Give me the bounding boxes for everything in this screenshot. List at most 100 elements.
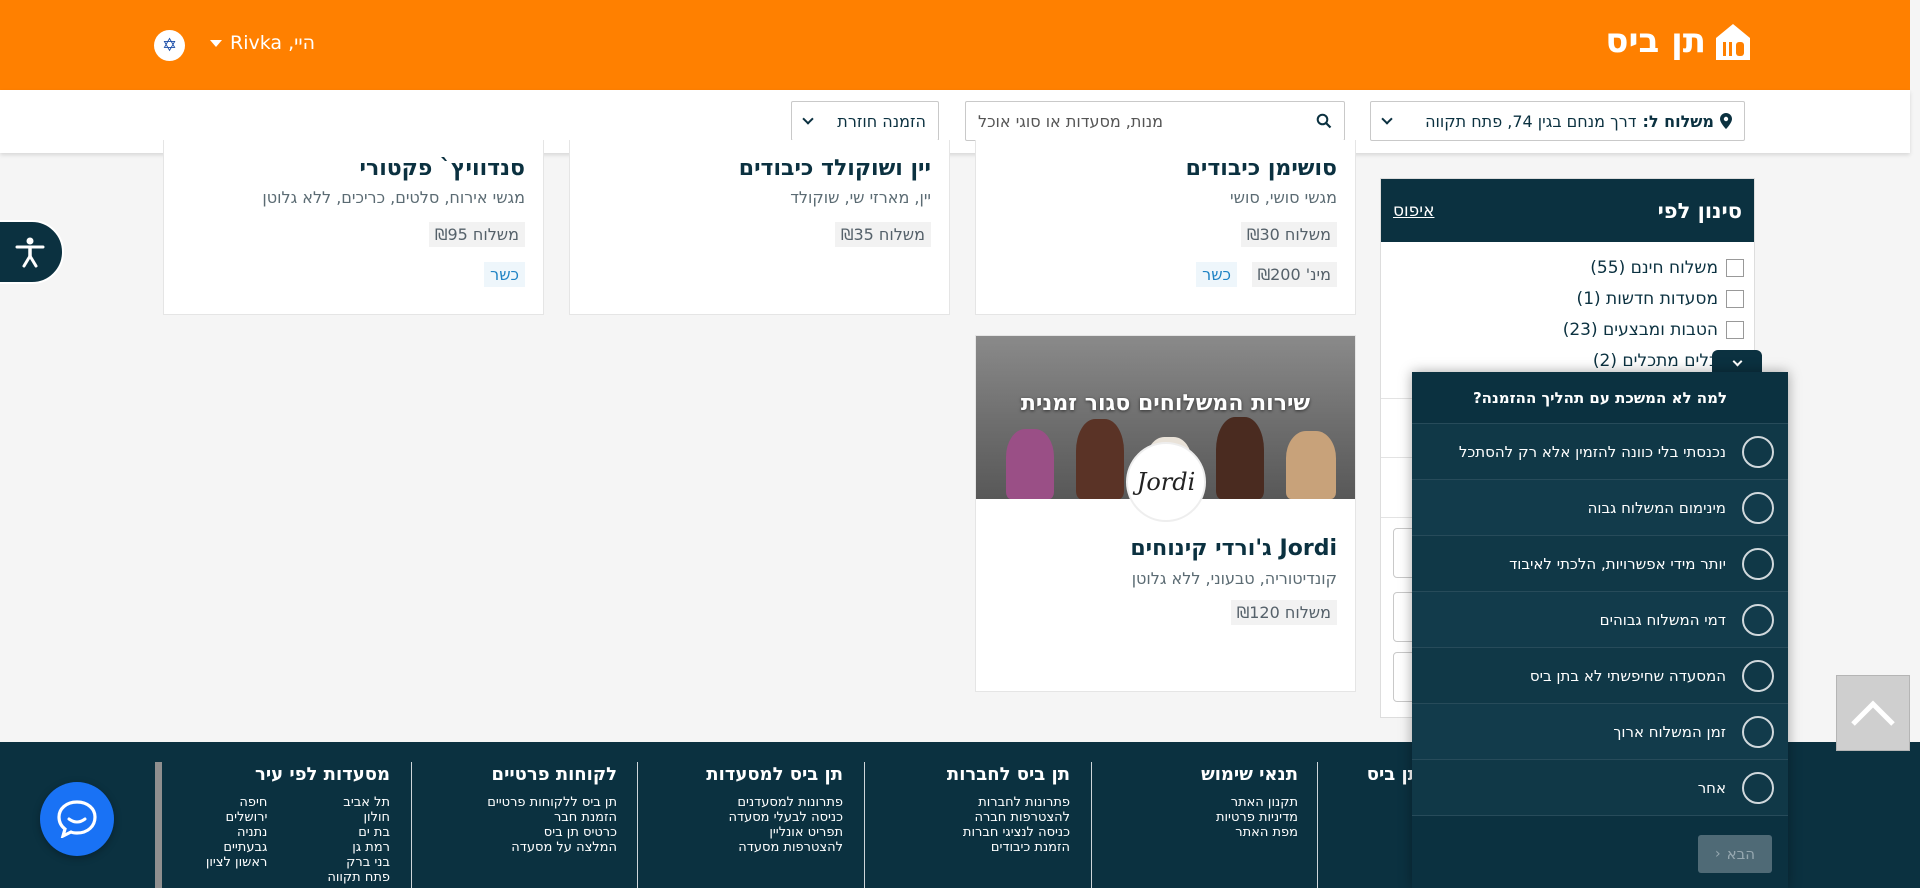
footer-link[interactable]: כרטיס תן ביס <box>487 825 617 840</box>
accessibility-icon <box>15 237 45 268</box>
search-icon <box>1316 113 1332 129</box>
city-link[interactable]: תל אביב <box>327 795 390 810</box>
footer-column-cities: מסעדות לפי עיר תל אביב חולון בת ים רמת ג… <box>206 764 390 885</box>
footer-link[interactable]: פתרונות לחברות <box>947 795 1070 810</box>
radio-button[interactable] <box>1742 435 1774 468</box>
radio-button[interactable] <box>1742 603 1774 636</box>
divider <box>411 762 412 888</box>
footer-link[interactable]: כניסה לבעלי מסעדה <box>706 810 843 825</box>
delivery-address-select[interactable]: משלוח ל: דרך מנחם בגין 74, פתח תקווה <box>1370 101 1745 141</box>
scroll-to-top-button[interactable] <box>1836 675 1910 751</box>
reorder-dropdown[interactable]: הזמנה חוזרת <box>791 101 939 141</box>
cupcake-decoration <box>1006 429 1054 499</box>
city-link[interactable]: חולון <box>327 810 390 825</box>
survey-option[interactable]: זמן המשלוח ארוך <box>1412 704 1788 760</box>
footer-column-private: לקוחות פרטיים תן ביס ללקוחות פרטיים הזמנ… <box>487 764 617 855</box>
reorder-label: הזמנה חוזרת <box>837 111 926 131</box>
chevron-left-icon: ‹ <box>1714 846 1721 862</box>
footer-link[interactable]: תקנון האתר <box>1201 795 1298 810</box>
chat-bubble-icon <box>57 800 97 838</box>
footer-column-restaurants: תן ביס למסעדות פתרונות למסעדנים כניסה לב… <box>706 764 843 855</box>
survey-question: למה לא המשכת עם תהליך ההזמנה? <box>1412 372 1788 424</box>
footer-column-title: תן ביס לחברות <box>946 764 1070 785</box>
city-link[interactable]: ירושלים <box>206 810 267 825</box>
footer-column-title: תן ביס למסעדות <box>706 764 843 785</box>
footer-column-title: לקוחות פרטיים <box>491 764 617 785</box>
footer-column-title: מסעדות לפי עיר <box>255 764 390 785</box>
kosher-badge: כשר <box>1196 262 1237 287</box>
survey-option[interactable]: אחר <box>1412 760 1788 816</box>
restaurant-name: Jordi ג'ורדי קינוחים <box>1130 536 1337 561</box>
delivery-fee-badge: משלוח ₪120 <box>1230 600 1337 625</box>
filter-option-free-delivery[interactable]: משלוח חינם (55) <box>1381 252 1754 283</box>
city-link[interactable]: בת ים <box>327 825 390 840</box>
israel-flag-icon[interactable]: ✡ <box>154 30 185 61</box>
footer-link[interactable]: תפריט אונליין <box>706 825 843 840</box>
footer-link[interactable]: להצטרפות מסעדה <box>706 840 843 855</box>
delivery-fee-badge: משלוח ₪35 <box>834 222 931 247</box>
location-pin-icon <box>1720 113 1732 129</box>
restaurant-card[interactable]: יין ושוקולד כיבודים יין, מארזי שי, שוקול… <box>569 140 950 315</box>
survey-option[interactable]: דמי המשלוח גבוהים <box>1412 592 1788 648</box>
footer-link[interactable]: מפת האתר <box>1201 825 1298 840</box>
radio-button[interactable] <box>1742 547 1774 580</box>
radio-button[interactable] <box>1742 771 1774 804</box>
brand-name: תן ביס <box>1605 21 1706 61</box>
survey-option[interactable]: המסעדה שחיפשתי לא בתן ביס <box>1412 648 1788 704</box>
footer-link[interactable]: הזמנת חבר <box>487 810 617 825</box>
filter-reset-link[interactable]: איפוס <box>1393 201 1434 221</box>
restaurant-logo: Jordi <box>1126 442 1206 522</box>
city-link[interactable]: חיפה <box>206 795 267 810</box>
restaurant-name: סושימן כיבודים <box>1185 156 1337 181</box>
chat-button[interactable] <box>40 782 114 856</box>
radio-button[interactable] <box>1742 715 1774 748</box>
brand-logo[interactable]: תן ביס <box>1605 20 1754 62</box>
restaurant-cuisine: מגשי אירוח, סלטים, כריכים, ללא גלוטן <box>262 188 525 207</box>
filter-option-deals[interactable]: הטבות ומבצעים (23) <box>1381 314 1754 345</box>
city-link[interactable]: רמת גן <box>327 840 390 855</box>
city-link[interactable]: גבעתיים <box>206 840 267 855</box>
divider <box>637 762 638 888</box>
radio-button[interactable] <box>1742 659 1774 692</box>
accessibility-button[interactable] <box>0 220 64 284</box>
filter-options: משלוח חינם (55) מסעדות חדשות (1) הטבות ו… <box>1381 242 1754 376</box>
checkbox[interactable] <box>1726 320 1744 339</box>
filter-title: סינון לפי <box>1657 198 1742 223</box>
survey-option[interactable]: מינימום המשלוח גבוה <box>1412 480 1788 536</box>
footer-scroll-bar <box>155 762 162 888</box>
restaurant-name: יין ושוקולד כיבודים <box>738 156 931 181</box>
survey-option[interactable]: יותר מידי אפשרויות, הלכתי לאיבוד <box>1412 536 1788 592</box>
chevron-down-icon <box>802 113 814 125</box>
footer-column-terms: תנאי שימוש תקנון האתר מדיניות פרטיות מפת… <box>1201 764 1298 840</box>
checkbox[interactable] <box>1726 289 1744 308</box>
checkbox[interactable] <box>1726 258 1744 277</box>
next-button[interactable]: הבא ‹ <box>1698 835 1772 873</box>
user-menu[interactable]: היי, Rivka <box>210 32 315 54</box>
footer-link[interactable]: תן ביס ללקוחות פרטיים <box>487 795 617 810</box>
restaurant-cuisine: מגשי סושי, סושי <box>1230 188 1337 207</box>
restaurant-card[interactable]: שירות המשלוחים סגור זמנית Jordi Jordi ג'… <box>975 335 1356 692</box>
footer-link[interactable]: להצטרפות חברה <box>947 810 1070 825</box>
restaurant-cuisine: קונדיטוריה, טבעוני, ללא גלוטן <box>1131 569 1337 588</box>
search-input[interactable]: מנות, מסעדות או סוגי אוכל <box>965 101 1345 141</box>
footer-link[interactable]: הזמנת כיבודים <box>947 840 1070 855</box>
survey-option[interactable]: נכנסתי בלי כוונה להזמין אלא רק להסתכל <box>1412 424 1788 480</box>
city-link[interactable]: נתניה <box>206 825 267 840</box>
footer-link[interactable]: פתרונות למסעדנים <box>706 795 843 810</box>
city-link[interactable]: בני ברק <box>327 855 390 870</box>
restaurant-cuisine: יין, מארזי שי, שוקולד <box>790 188 931 207</box>
city-link[interactable]: פתח תקווה <box>327 870 390 885</box>
footer-link[interactable]: המלצה על מסעדה <box>487 840 617 855</box>
footer-link[interactable]: מדיניות פרטיות <box>1201 810 1298 825</box>
chevron-up-icon <box>1851 700 1895 726</box>
address-text: דרך מנחם בגין 74, פתח תקווה <box>1425 111 1637 131</box>
delivery-fee-badge: משלוח ₪95 <box>428 222 525 247</box>
restaurant-card[interactable]: סנדוויץ` פקטורי מגשי אירוח, סלטים, כריכי… <box>163 140 544 315</box>
filter-option-new-restaurants[interactable]: מסעדות חדשות (1) <box>1381 283 1754 314</box>
city-link[interactable]: ראשון לציון <box>206 855 268 870</box>
footer-link[interactable]: כניסה לנציגי חברות <box>947 825 1070 840</box>
exit-survey-popup: למה לא המשכת עם תהליך ההזמנה? נכנסתי בלי… <box>1412 372 1788 888</box>
caret-down-icon <box>210 39 222 47</box>
restaurant-card[interactable]: סושימן כיבודים מגשי סושי, סושי משלוח ₪30… <box>975 140 1356 315</box>
radio-button[interactable] <box>1742 491 1774 524</box>
